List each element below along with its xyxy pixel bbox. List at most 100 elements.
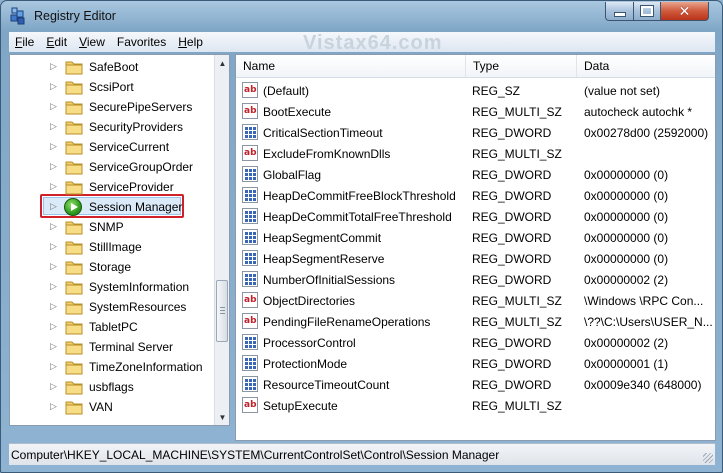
table-row[interactable]: ab BootExecute REG_MULTI_SZ autocheck autoc… (236, 101, 715, 122)
menu-edit[interactable]: Edit (40, 35, 73, 49)
resize-grip-icon[interactable] (703, 453, 713, 463)
tree-item[interactable]: ▷ VAN (10, 397, 215, 417)
scrollbar-thumb[interactable] (216, 280, 228, 342)
expand-arrow-icon[interactable]: ▷ (50, 161, 57, 172)
tree-item-label: StillImage (89, 240, 142, 254)
value-type: REG_SZ (472, 84, 521, 98)
table-row[interactable]: ResourceTimeoutCount REG_DWORD 0x0009e340 … (236, 374, 715, 395)
expand-arrow-icon[interactable]: ▷ (50, 401, 57, 412)
expand-arrow-icon[interactable]: ▷ (50, 241, 57, 252)
tree-item-label: SystemInformation (89, 280, 190, 294)
expand-arrow-icon[interactable]: ▷ (50, 381, 57, 392)
expand-arrow-icon[interactable]: ▷ (50, 81, 57, 92)
menu-file[interactable]: File (9, 35, 40, 49)
tree-scrollbar[interactable]: ▲ ▼ (214, 55, 229, 425)
expand-arrow-icon[interactable]: ▷ (50, 221, 57, 232)
table-row[interactable]: ab PendingFileRenameOperations REG_MULTI_S… (236, 311, 715, 332)
value-data: 0x00000000 (0) (584, 252, 669, 266)
tree-item[interactable]: ▷ SafeBoot (10, 57, 215, 77)
table-row[interactable]: GlobalFlag REG_DWORD 0x00000000 (0) (236, 164, 715, 185)
close-button[interactable]: ✕ (660, 2, 709, 21)
expand-arrow-icon[interactable]: ▷ (50, 341, 57, 352)
menu-favorites[interactable]: Favorites (111, 35, 172, 49)
tree-item[interactable]: ▷ SystemResources (10, 297, 215, 317)
menu-help[interactable]: Help (172, 35, 209, 49)
tree-item[interactable]: ▷ Terminal Server (10, 337, 215, 357)
table-row[interactable]: ab ObjectDirectories REG_MULTI_SZ \Windows … (236, 290, 715, 311)
tree-item[interactable]: ▷ usbflags (10, 377, 215, 397)
tree-item[interactable]: ▷ SystemInformation (10, 277, 215, 297)
expand-arrow-icon[interactable]: ▷ (50, 301, 57, 312)
binary-value-icon (242, 271, 258, 287)
table-row[interactable]: ab ExcludeFromKnownDlls REG_MULTI_SZ (236, 143, 715, 164)
binary-value-icon (242, 355, 258, 371)
binary-value-icon (242, 334, 258, 350)
tree-item-label: SecurityProviders (89, 120, 184, 134)
expand-arrow-icon[interactable]: ▷ (50, 181, 57, 192)
binary-value-icon (242, 166, 258, 182)
expand-arrow-icon[interactable]: ▷ (50, 101, 57, 112)
table-row[interactable]: CriticalSectionTimeout REG_DWORD 0x00278d0… (236, 122, 715, 143)
column-header-type[interactable]: Type (466, 55, 577, 77)
expand-arrow-icon[interactable]: ▷ (50, 141, 57, 152)
value-name: HeapDeCommitFreeBlockThreshold (263, 189, 456, 203)
minimize-icon (613, 12, 626, 17)
tree-item-label: SystemResources (89, 300, 187, 314)
value-data: autocheck autochk * (584, 105, 693, 119)
value-name: HeapDeCommitTotalFreeThreshold (263, 210, 452, 224)
tree-item[interactable]: ▷ ServiceCurrent (10, 137, 215, 157)
table-row[interactable]: HeapSegmentCommit REG_DWORD 0x00000000 (0) (236, 227, 715, 248)
minimize-button[interactable] (605, 2, 634, 21)
table-row[interactable]: HeapDeCommitFreeBlockThreshold REG_DWORD 0… (236, 185, 715, 206)
binary-value-icon (242, 208, 258, 224)
column-header-name[interactable]: Name (236, 55, 466, 77)
tree-item[interactable]: ▷ Storage (10, 257, 215, 277)
value-data: 0x00000002 (2) (584, 336, 669, 350)
title-bar[interactable]: Registry Editor ✕ (1, 1, 722, 31)
string-value-icon: ab (242, 313, 258, 329)
maximize-button[interactable] (633, 2, 661, 21)
tree-item[interactable]: ▷ SecurePipeServers (10, 97, 215, 117)
maximize-icon (640, 5, 654, 17)
tree-item[interactable]: ▷ StillImage (10, 237, 215, 257)
expand-arrow-icon[interactable]: ▷ (50, 61, 57, 72)
tree-item[interactable]: ▷ TabletPC (10, 317, 215, 337)
key-tree-pane[interactable]: ▷ SafeBoot ▷ ScsiPort ▷ SecurePipeServers ▷ Sec… (9, 54, 230, 426)
value-name: HeapSegmentReserve (263, 252, 385, 266)
value-type: REG_DWORD (472, 231, 552, 245)
table-row[interactable]: HeapSegmentReserve REG_DWORD 0x00000000 (0… (236, 248, 715, 269)
window-title: Registry Editor (34, 9, 116, 23)
expand-arrow-icon[interactable]: ▷ (50, 261, 57, 272)
expand-arrow-icon[interactable]: ▷ (50, 121, 57, 132)
status-path: Computer\HKEY_LOCAL_MACHINE\SYSTEM\Curre… (11, 448, 500, 462)
tree-item[interactable]: ▷ ScsiPort (10, 77, 215, 97)
tree-item[interactable]: ▷ TimeZoneInformation (10, 357, 215, 377)
table-row[interactable]: HeapDeCommitTotalFreeThreshold REG_DWORD 0… (236, 206, 715, 227)
tree-item[interactable]: ▷ Session Manager (10, 197, 215, 217)
expand-arrow-icon[interactable]: ▷ (50, 361, 57, 372)
expand-arrow-icon[interactable]: ▷ (50, 321, 57, 332)
tree-item[interactable]: ▷ ServiceProvider (10, 177, 215, 197)
menu-view[interactable]: View (73, 35, 111, 49)
tree-item[interactable]: ▷ SecurityProviders (10, 117, 215, 137)
value-type: REG_MULTI_SZ (472, 105, 562, 119)
scroll-down-arrow-icon[interactable]: ▼ (215, 409, 229, 425)
tree-item[interactable]: ▷ SNMP (10, 217, 215, 237)
value-name: PendingFileRenameOperations (263, 315, 431, 329)
table-row[interactable]: NumberOfInitialSessions REG_DWORD 0x000000… (236, 269, 715, 290)
expand-arrow-icon[interactable]: ▷ (50, 281, 57, 292)
tree-item-label: ServiceCurrent (89, 140, 170, 154)
column-header-data[interactable]: Data (577, 55, 715, 77)
expand-arrow-icon[interactable]: ▷ (50, 201, 57, 212)
scroll-up-arrow-icon[interactable]: ▲ (215, 55, 229, 71)
folder-icon (65, 221, 83, 235)
table-row[interactable]: ProtectionMode REG_DWORD 0x00000001 (1) (236, 353, 715, 374)
tree-item[interactable]: ▷ ServiceGroupOrder (10, 157, 215, 177)
tree-item-label: ServiceGroupOrder (89, 160, 194, 174)
table-row[interactable]: ab SetupExecute REG_MULTI_SZ (236, 395, 715, 416)
value-name: GlobalFlag (263, 168, 322, 182)
tree-item-label: SafeBoot (89, 60, 139, 74)
table-row[interactable]: ab (Default) REG_SZ (value not set) (236, 80, 715, 101)
tree-item-label: TabletPC (89, 320, 138, 334)
table-row[interactable]: ProcessorControl REG_DWORD 0x00000002 (2) (236, 332, 715, 353)
